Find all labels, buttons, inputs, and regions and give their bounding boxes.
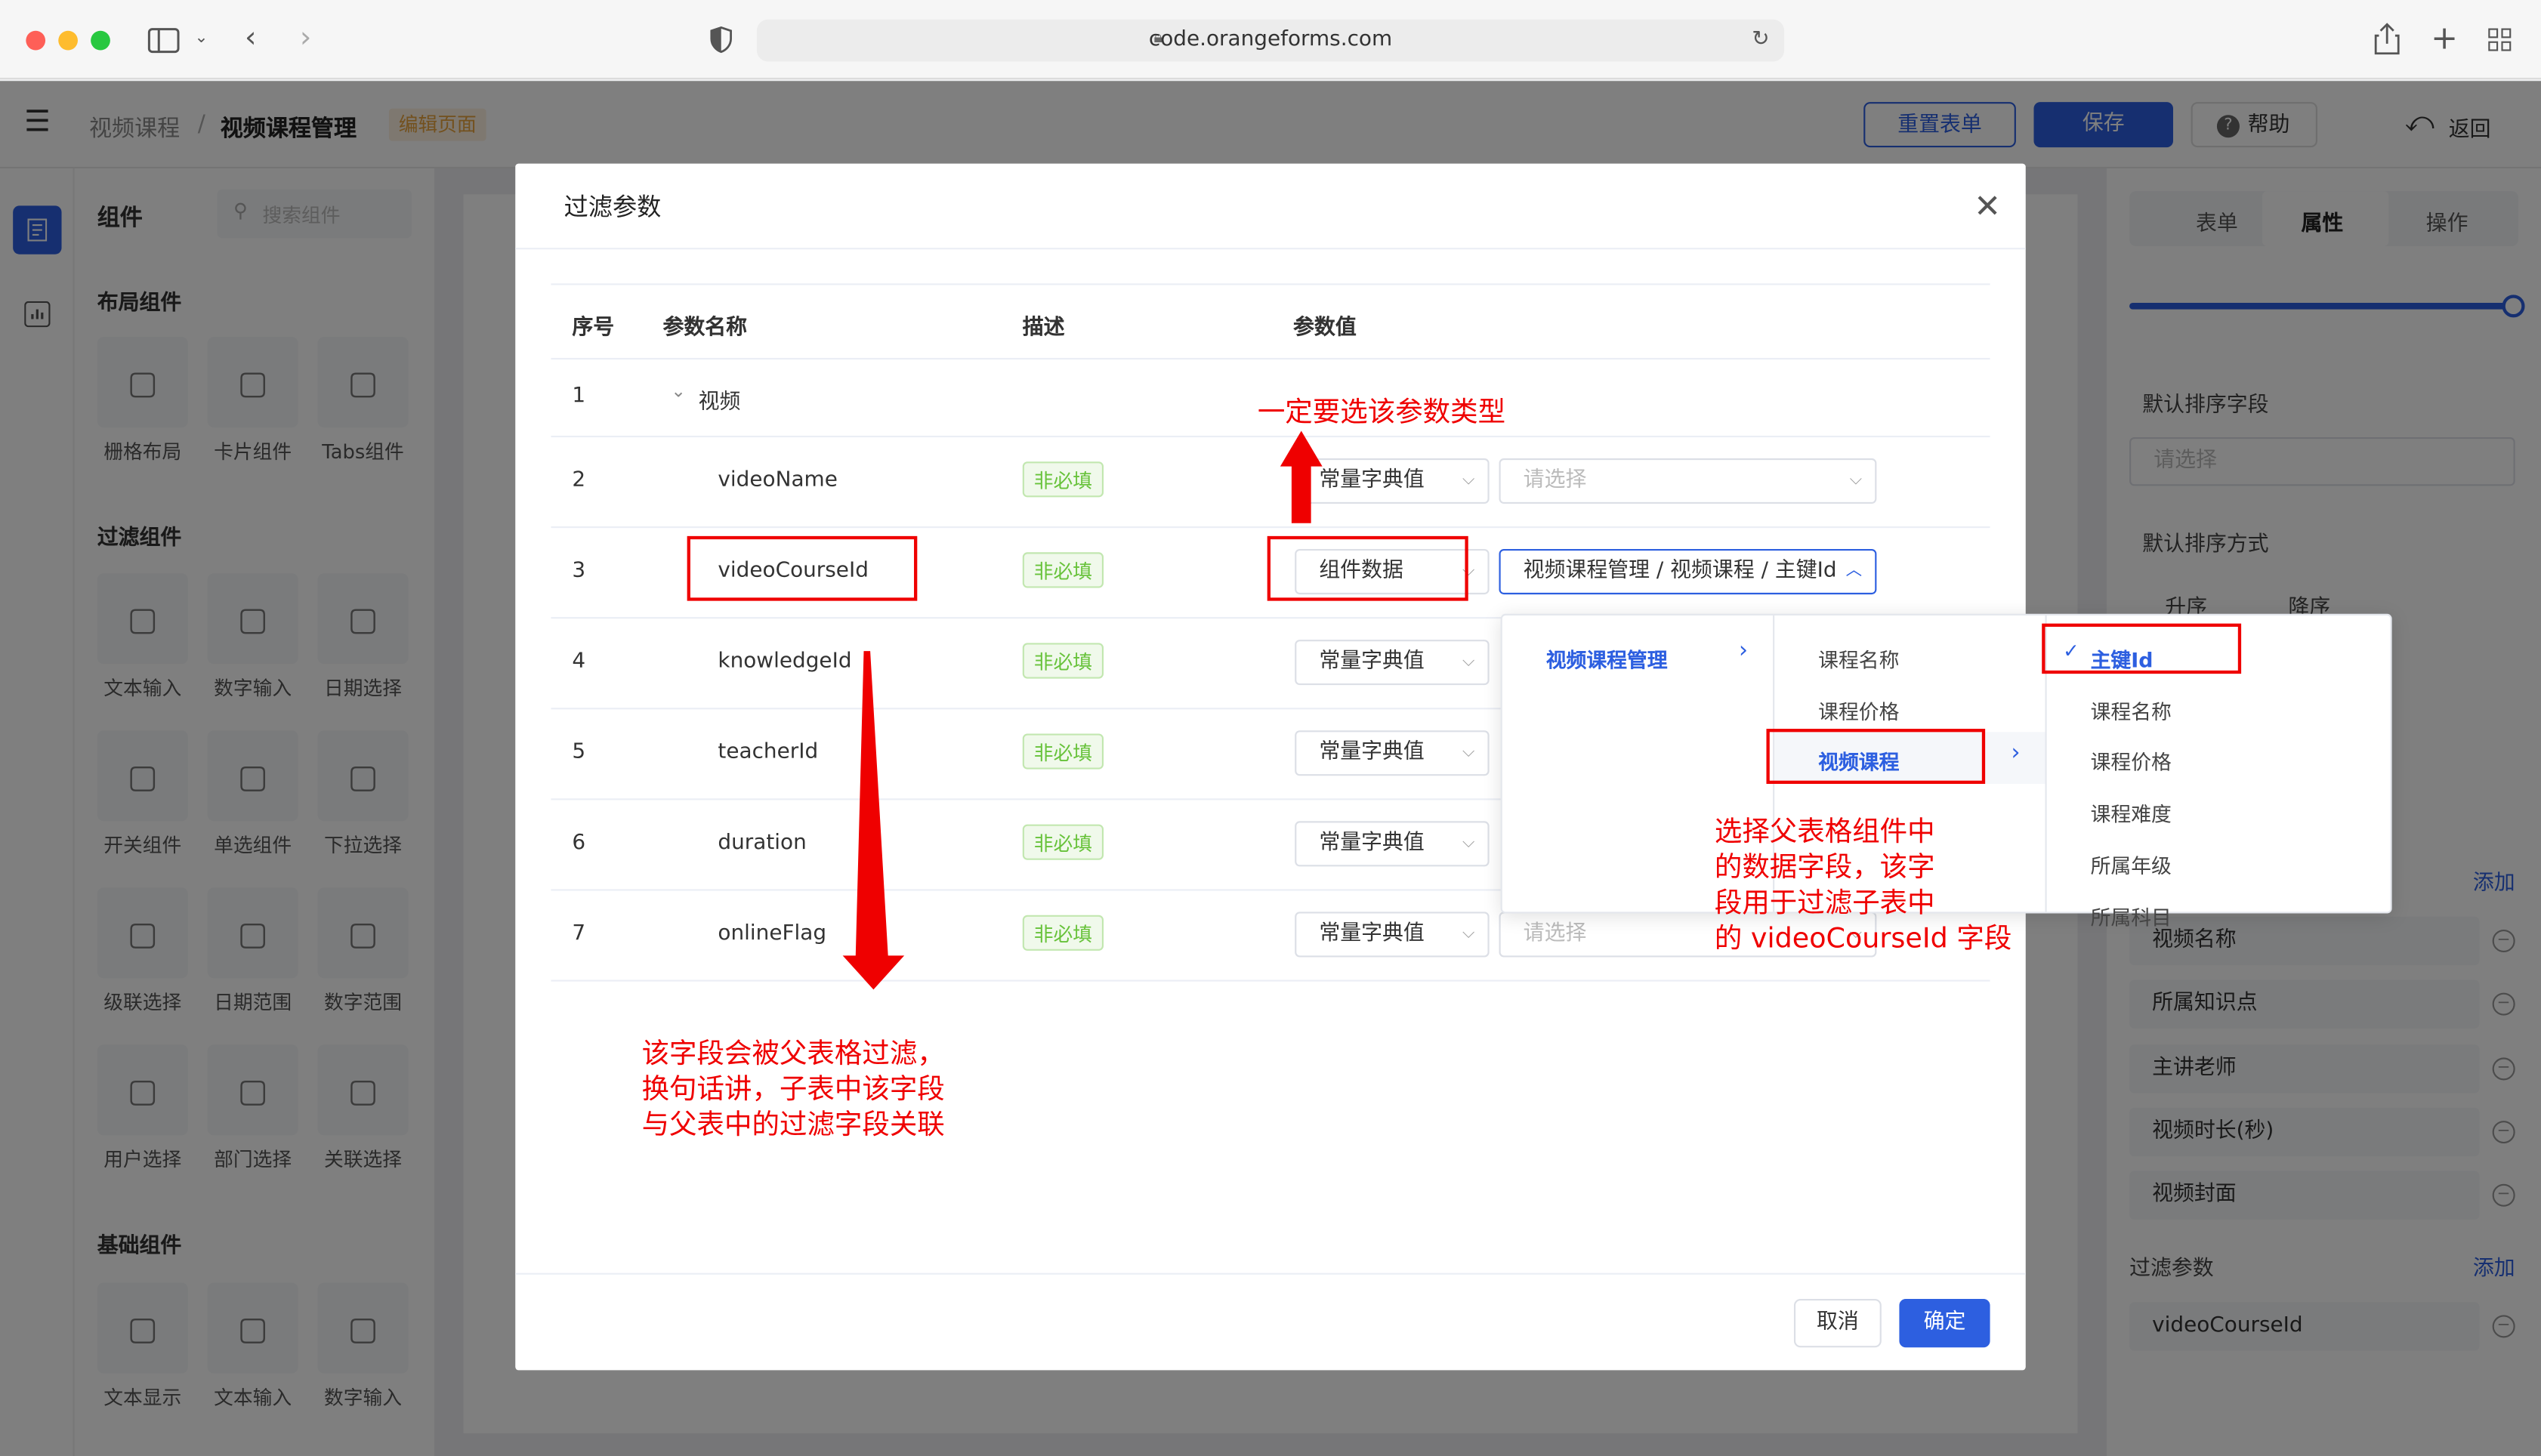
annotation-line: 换句话讲，子表中该字段 [641, 1073, 945, 1106]
annotation-data-note: 选择父表格组件中 的数据字段，该字 段用于过滤子表中 的 videoCourse… [1715, 815, 2011, 958]
annotation-line: 该字段会被父表格过滤， [641, 1038, 945, 1071]
annotation-line: 的数据字段，该字 [1714, 852, 1935, 884]
annotation-line: 的 videoCourseId 字段 [1714, 923, 2012, 956]
annotation-field-note: 该字段会被父表格过滤， 换句话讲，子表中该字段 与父表中的过滤字段关联 [642, 1037, 945, 1144]
arrow-down [842, 651, 905, 990]
annotation-type-note: 一定要选该参数类型 [1257, 396, 1506, 430]
annotation-line: 与父表中的过滤字段关联 [641, 1109, 945, 1142]
annotation-arrows [842, 430, 1323, 990]
annotation-line: 段用于过滤子表中 [1714, 887, 1935, 921]
annotation-line: 选择父表格组件中 [1714, 816, 1935, 849]
arrow-up [1280, 430, 1323, 523]
